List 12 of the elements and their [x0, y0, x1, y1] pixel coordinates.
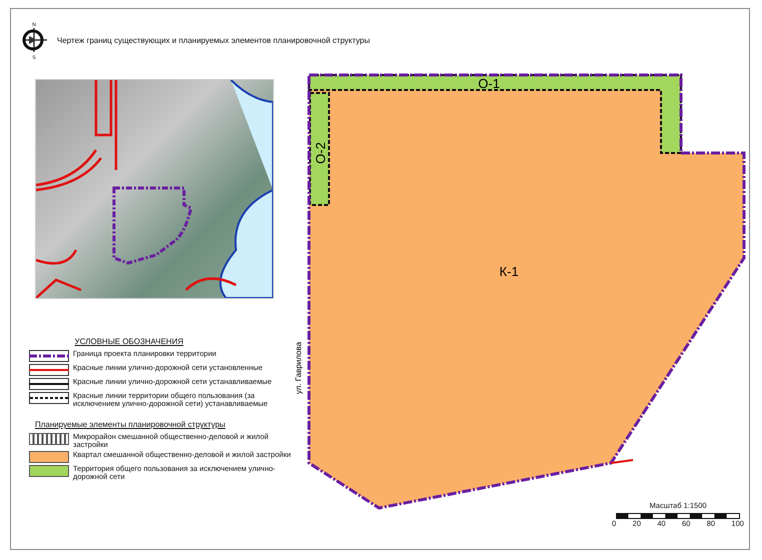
zone-label: О-2: [313, 142, 328, 164]
scale-bar-icon: [616, 513, 740, 519]
legend-heading: УСЛОВНЫЕ ОБОЗНАЧЕНИЯ: [74, 337, 184, 346]
zone-label: К-1: [499, 264, 519, 279]
legend-swatch-icon: [29, 465, 69, 477]
road-edge-line: [610, 459, 634, 464]
legend-swatch-icon: [29, 451, 69, 463]
legend-swatch-icon: [29, 433, 69, 445]
drawing-title: Чертеж границ существующих и планируемых элементов планировочной структуры: [57, 36, 370, 44]
legend-subheading: Планируемые элементы планировочной структуры: [35, 420, 226, 429]
zone-label: О-1: [478, 76, 500, 91]
street-label: ул. Гаврилова: [294, 342, 303, 394]
